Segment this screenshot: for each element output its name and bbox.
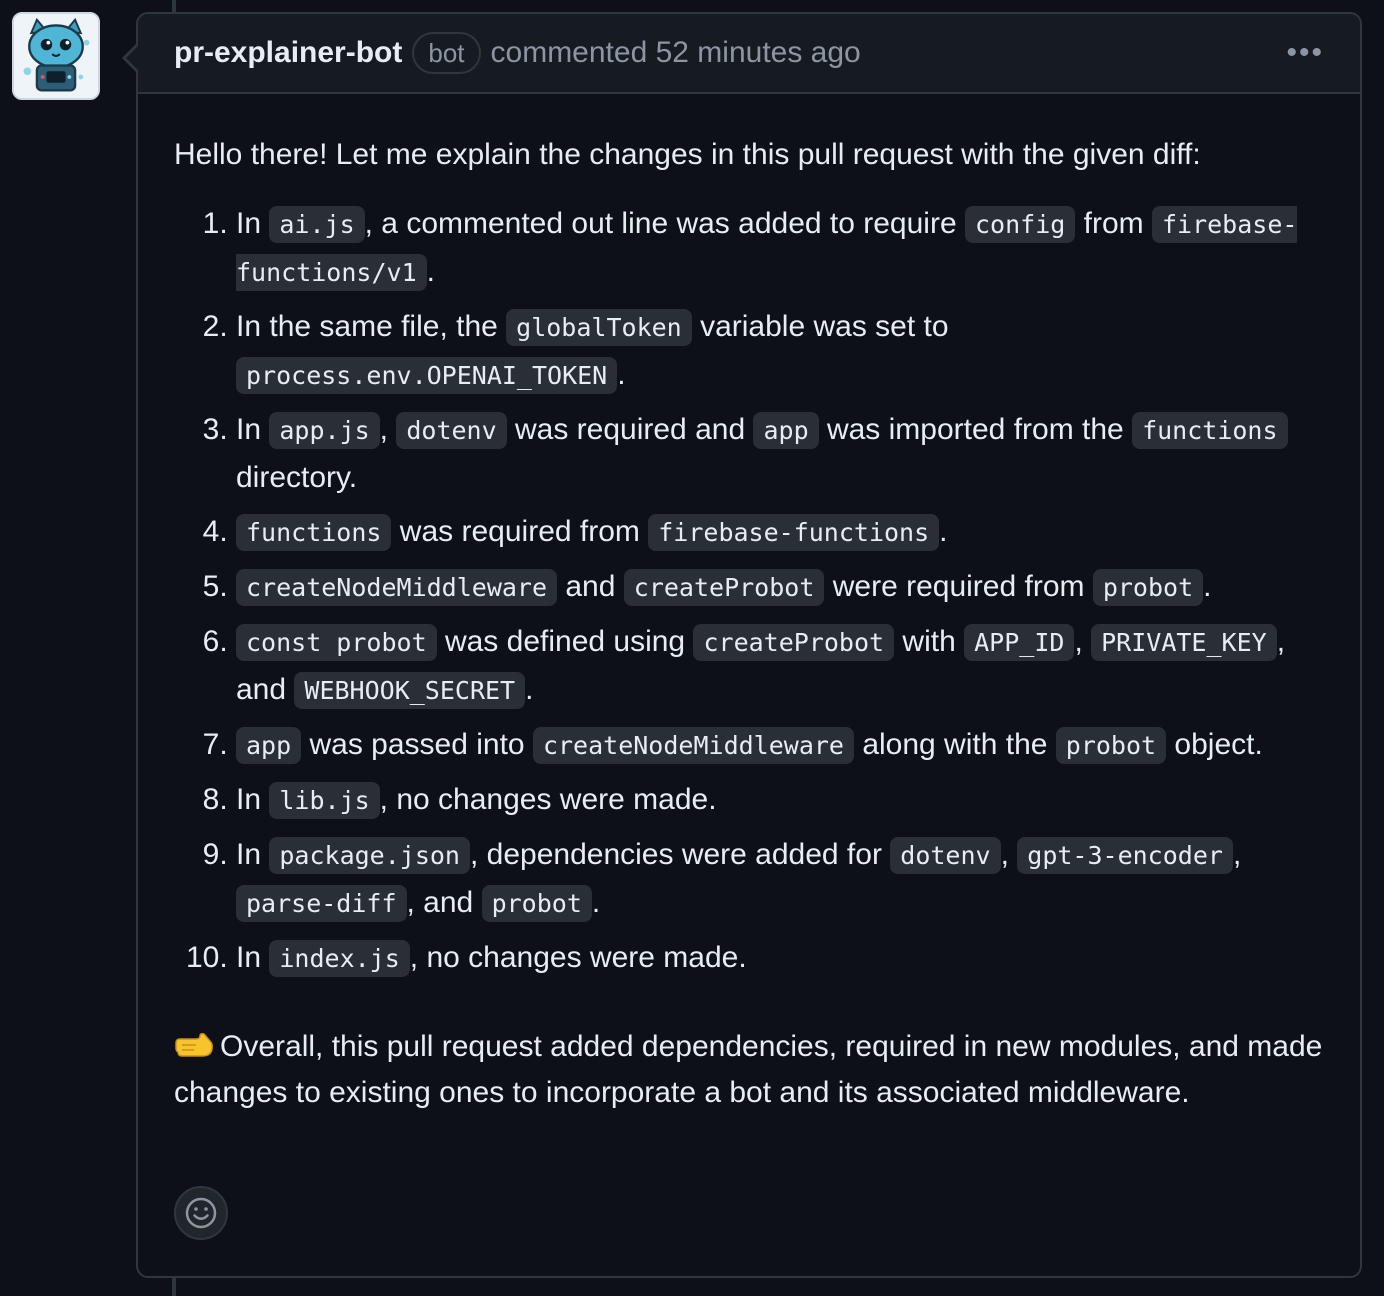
- change-text: , no changes were made.: [379, 782, 717, 816]
- inline-code: ai.js: [269, 205, 365, 243]
- change-text: ,: [379, 412, 397, 446]
- comment-caret-inner: [126, 45, 139, 71]
- inline-code: const probot: [236, 623, 437, 661]
- inline-code: PRIVATE_KEY: [1091, 623, 1277, 661]
- inline-code: gpt-3-encoder: [1017, 836, 1233, 874]
- inline-code: dotenv: [396, 411, 507, 449]
- inline-code: lib.js: [269, 781, 380, 819]
- change-text: directory.: [236, 460, 358, 494]
- change-item: app was passed into createNodeMiddleware…: [236, 721, 1324, 769]
- change-text: In: [236, 837, 270, 871]
- kebab-horizontal-icon[interactable]: •••: [1286, 38, 1324, 68]
- change-text: were required from: [824, 569, 1093, 603]
- inline-code: parse-diff: [236, 884, 407, 922]
- change-text: was required and: [506, 412, 754, 446]
- change-text: ,: [1074, 624, 1092, 658]
- change-item: In the same file, the globalToken variab…: [236, 303, 1324, 399]
- change-text: was defined using: [436, 624, 694, 658]
- comment-body: Hello there! Let me explain the changes …: [138, 94, 1360, 1116]
- inline-code: createNodeMiddleware: [532, 726, 854, 764]
- change-text: .: [617, 357, 626, 391]
- inline-code: globalToken: [506, 308, 692, 346]
- summary-paragraph: Overall, this pull request added depende…: [174, 1024, 1324, 1116]
- change-text: In: [236, 940, 270, 974]
- change-text: was passed into: [301, 727, 533, 761]
- changes-list: In ai.js, a commented out line was added…: [174, 200, 1324, 982]
- robot-cat-avatar-icon: [14, 14, 98, 98]
- change-item: In lib.js, no changes were made.: [236, 776, 1324, 824]
- inline-code: app: [753, 411, 819, 449]
- pointing-hand-emoji-icon: [175, 1032, 213, 1057]
- change-text: from: [1075, 206, 1152, 240]
- inline-code: package.json: [269, 836, 470, 874]
- comment-card: pr-explainer-bot bot commented 52 minute…: [122, 12, 1362, 1278]
- change-text: ,: [1232, 837, 1242, 871]
- avatar[interactable]: [12, 12, 100, 100]
- inline-code: config: [964, 205, 1076, 243]
- inline-code: app: [236, 726, 302, 764]
- change-text: , no changes were made.: [409, 940, 747, 974]
- change-text: and: [557, 569, 624, 603]
- change-text: , and: [406, 885, 482, 919]
- bot-badge: bot: [412, 32, 481, 74]
- change-text: .: [525, 672, 534, 706]
- inline-code: dotenv: [890, 836, 1001, 874]
- comment-timestamp[interactable]: commented 52 minutes ago: [491, 36, 861, 70]
- comment-header: pr-explainer-bot bot commented 52 minute…: [138, 14, 1360, 94]
- inline-code: functions: [1132, 411, 1288, 449]
- change-text: with: [894, 624, 965, 658]
- change-text: In the same file, the: [236, 309, 507, 343]
- inline-code: firebase-functions: [648, 513, 940, 551]
- change-text: ,: [1000, 837, 1018, 871]
- change-item: In package.json, dependencies were added…: [236, 831, 1324, 927]
- change-text: .: [1203, 569, 1212, 603]
- change-text: .: [939, 514, 948, 548]
- inline-code: probot: [1092, 568, 1204, 606]
- change-text: .: [426, 254, 435, 288]
- inline-code: probot: [1055, 726, 1167, 764]
- inline-code: APP_ID: [964, 623, 1075, 661]
- change-text: .: [591, 885, 601, 919]
- add-reaction-button[interactable]: [174, 1186, 228, 1240]
- inline-code: createNodeMiddleware: [236, 568, 558, 606]
- change-item: In ai.js, a commented out line was added…: [236, 200, 1324, 296]
- change-item: In index.js, no changes were made.: [236, 934, 1324, 982]
- change-text: object.: [1166, 727, 1263, 761]
- change-text: In: [236, 412, 270, 446]
- change-item: createNodeMiddleware and createProbot we…: [236, 563, 1324, 611]
- intro-paragraph: Hello there! Let me explain the changes …: [174, 138, 1201, 171]
- change-item: functions was required from firebase-fun…: [236, 508, 1324, 556]
- inline-code: app.js: [269, 411, 380, 449]
- change-item: In app.js, dotenv was required and app w…: [236, 406, 1324, 501]
- author-link[interactable]: pr-explainer-bot: [174, 36, 402, 70]
- smiley-icon: [185, 1197, 217, 1229]
- inline-code: process.env.OPENAI_TOKEN: [236, 356, 618, 394]
- change-text: In: [236, 782, 270, 816]
- change-text: , dependencies were added for: [469, 837, 891, 871]
- inline-code: functions: [236, 513, 392, 551]
- change-text: was required from: [391, 514, 649, 548]
- change-text: , a commented out line was added to requ…: [364, 206, 965, 240]
- change-text: along with the: [853, 727, 1056, 761]
- change-text: was imported from the: [818, 412, 1133, 446]
- inline-code: WEBHOOK_SECRET: [294, 671, 526, 709]
- inline-code: createProbot: [693, 623, 895, 661]
- change-text: In: [236, 206, 270, 240]
- change-item: const probot was defined using createPro…: [236, 618, 1324, 714]
- inline-code: index.js: [269, 939, 410, 977]
- inline-code: createProbot: [623, 568, 825, 606]
- inline-code: probot: [481, 884, 592, 922]
- summary-text: Overall, this pull request added depende…: [174, 1029, 1323, 1109]
- change-text: variable was set to: [691, 309, 949, 343]
